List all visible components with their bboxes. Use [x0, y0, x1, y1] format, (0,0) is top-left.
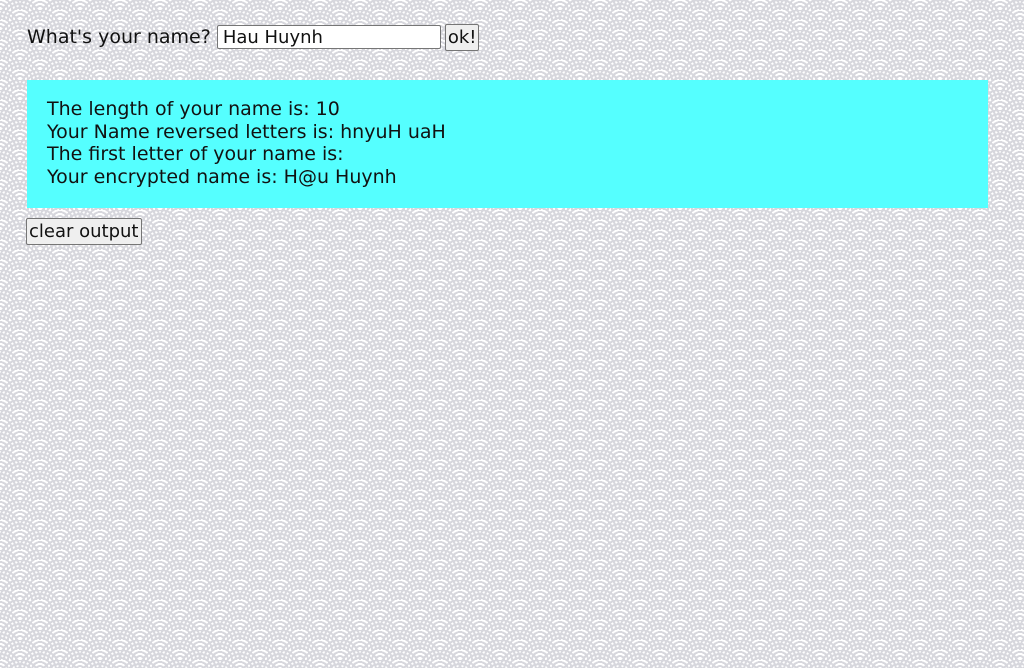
first-letter-line: The first letter of your name is:	[47, 143, 344, 165]
clear-row: clear output	[26, 218, 142, 245]
name-input[interactable]	[216, 25, 441, 49]
reversed-name-line: Your Name reversed letters is: hnyuH uaH	[47, 120, 446, 143]
output-panel: The length of your name is: 10 Your Name…	[27, 80, 988, 208]
ok-button[interactable]: ok!	[444, 23, 480, 51]
clear-output-button[interactable]: clear output	[26, 218, 142, 245]
name-prompt-label: What's your name?	[27, 26, 211, 48]
name-form: What's your name? ok!	[27, 23, 480, 51]
name-length-line: The length of your name is: 10	[47, 98, 340, 120]
page-body: { "form": { "label": "What's your name?"…	[0, 0, 1024, 668]
encrypted-name-line: Your encrypted name is: H@u Huynh	[47, 165, 397, 188]
